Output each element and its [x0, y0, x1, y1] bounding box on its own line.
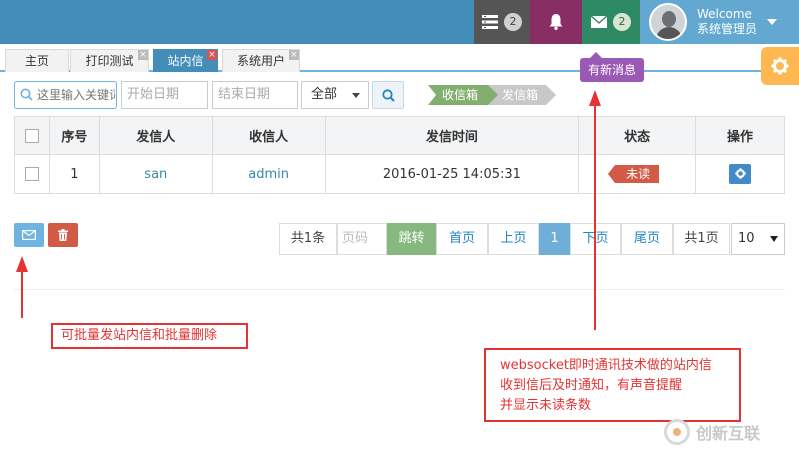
- column-header: 序号: [48, 116, 100, 155]
- receiver-link[interactable]: admin: [248, 167, 289, 182]
- column-header: 收信人: [211, 116, 326, 155]
- logo-icon: [664, 419, 690, 445]
- batch-send-button[interactable]: [14, 223, 44, 247]
- page-size-select[interactable]: 10: [731, 223, 785, 255]
- page-size-value: 10: [738, 231, 755, 246]
- page-number-input[interactable]: 页码: [337, 223, 387, 255]
- caret-down-icon: [770, 236, 778, 242]
- tab-print-test[interactable]: 打印测试 ×: [70, 49, 149, 72]
- tab-label: 站内信: [167, 54, 204, 68]
- envelope-icon: [591, 16, 607, 28]
- sent-time: 2016-01-25 14:05:31: [324, 154, 580, 194]
- total-pages: 共1页: [673, 223, 730, 255]
- settings-button[interactable]: [761, 47, 799, 85]
- welcome-text: Welcome: [697, 7, 752, 21]
- search-box: [14, 81, 117, 109]
- caret-down-icon: [352, 93, 360, 98]
- sender-link[interactable]: san: [144, 167, 167, 182]
- status-filter-value: 全部: [311, 87, 338, 102]
- batch-delete-button[interactable]: [48, 223, 78, 247]
- gear-icon: [771, 57, 789, 75]
- tasks-badge: 2: [504, 13, 522, 31]
- next-page-button[interactable]: 下页: [570, 223, 621, 255]
- avatar: [649, 3, 687, 41]
- close-icon[interactable]: ×: [207, 50, 217, 60]
- messages-badge: 2: [613, 13, 631, 31]
- row-index: 1: [48, 154, 100, 194]
- username: 系统管理员: [697, 22, 758, 36]
- table-header-row: 序号 发信人 收信人 发信时间 状态 操作: [14, 116, 785, 155]
- close-icon[interactable]: ×: [289, 50, 299, 60]
- end-date-field[interactable]: 结束日期: [212, 81, 298, 109]
- status-filter-select[interactable]: 全部: [301, 81, 369, 109]
- bell-icon: [549, 14, 563, 30]
- messages-table: 序号 发信人 收信人 发信时间 状态 操作 1 san admin 2016-0…: [14, 116, 785, 194]
- gear-icon: [734, 168, 746, 179]
- trash-icon: [58, 229, 68, 241]
- tab-home[interactable]: 主页: [5, 49, 69, 72]
- first-page-button[interactable]: 首页: [436, 223, 488, 255]
- top-navbar: 2 2 Welcome 系统管理员: [0, 0, 799, 44]
- annotation-batch-actions: 可批量发站内信和批量删除: [51, 323, 248, 349]
- tab-system-users[interactable]: 系统用户 ×: [222, 49, 300, 72]
- table-row: 1 san admin 2016-01-25 14:05:31 未读: [14, 154, 785, 194]
- current-page-button[interactable]: 1: [539, 223, 570, 255]
- watermark-logo: 创新互联: [664, 412, 799, 452]
- column-header: 状态: [578, 116, 697, 155]
- select-all-checkbox[interactable]: [24, 128, 39, 143]
- tasks-button[interactable]: 2: [474, 0, 530, 44]
- total-count: 共1条: [279, 223, 337, 255]
- watermark-text: 创新互联: [696, 424, 761, 443]
- tasks-icon: [482, 15, 498, 29]
- divider: [14, 289, 785, 290]
- select-all-header: [14, 116, 50, 155]
- caret-down-icon: [767, 19, 778, 25]
- envelope-icon: [22, 230, 36, 240]
- messages-button[interactable]: 2: [582, 0, 640, 44]
- annotation-websocket: websocket即时通讯技术做的站内信 收到信后及时通知，有声音提醒 并显示未…: [484, 348, 741, 422]
- search-button[interactable]: [372, 81, 404, 109]
- column-header: 操作: [695, 116, 785, 155]
- tab-bar: 主页 打印测试 × 站内信 × 系统用户 ×: [0, 44, 799, 72]
- search-icon: [20, 88, 33, 101]
- tab-messages[interactable]: 站内信 ×: [153, 49, 218, 72]
- tab-label: 主页: [24, 54, 49, 68]
- notifications-button[interactable]: [530, 0, 582, 44]
- start-date-field[interactable]: 开始日期: [121, 81, 208, 109]
- column-header: 发信人: [98, 116, 213, 155]
- search-icon: [381, 88, 395, 102]
- jump-button[interactable]: 跳转: [387, 223, 436, 255]
- last-page-button[interactable]: 尾页: [621, 223, 673, 255]
- new-message-tooltip: 有新消息: [580, 52, 644, 82]
- search-input[interactable]: [37, 86, 115, 104]
- annotation-line: websocket即时通讯技术做的站内信: [500, 358, 712, 373]
- tab-label: 系统用户: [236, 54, 285, 68]
- row-checkbox[interactable]: [24, 167, 39, 181]
- inbox-link[interactable]: 收信箱: [428, 85, 498, 105]
- annotation-line: 收到信后及时通知，有声音提醒: [500, 378, 683, 393]
- close-icon[interactable]: ×: [138, 50, 148, 60]
- row-select-cell: [14, 154, 50, 194]
- status-badge: 未读: [608, 165, 660, 183]
- user-menu[interactable]: Welcome 系统管理员: [640, 0, 799, 44]
- tab-label: 打印测试: [85, 54, 134, 68]
- prev-page-button[interactable]: 上页: [488, 223, 539, 255]
- row-settings-button[interactable]: [729, 164, 752, 184]
- column-header: 发信时间: [324, 116, 580, 155]
